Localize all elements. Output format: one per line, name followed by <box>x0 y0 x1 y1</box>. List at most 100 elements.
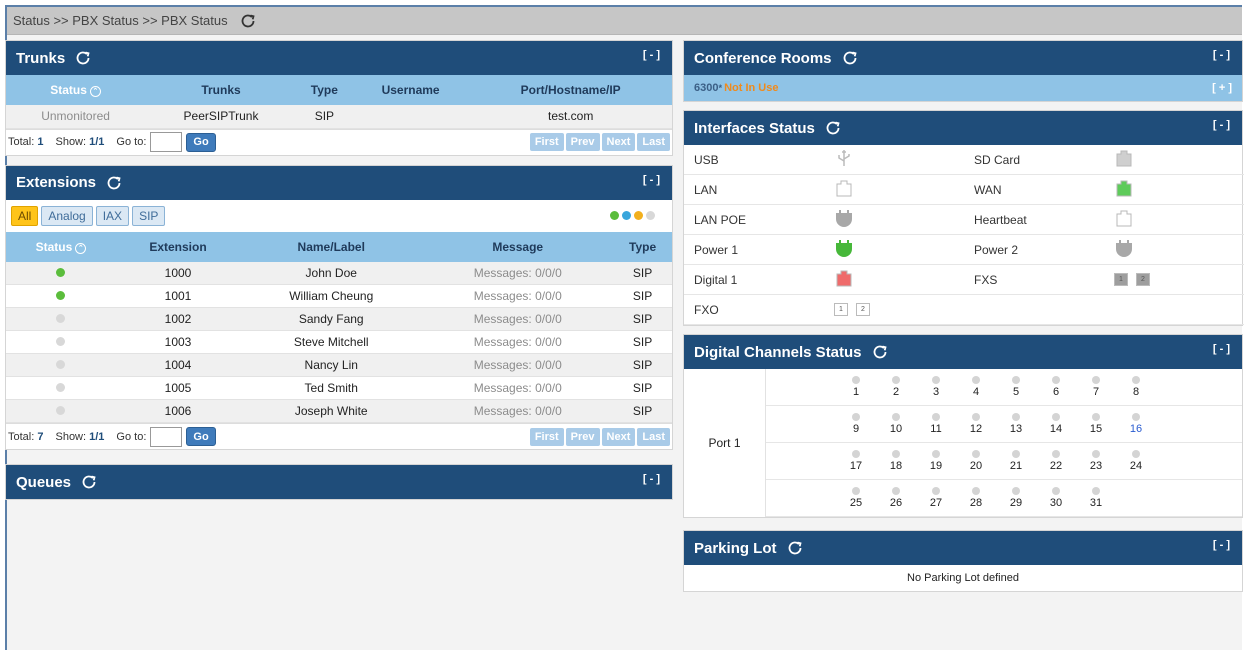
sort-icon[interactable]: ⌃ <box>89 86 101 97</box>
column-header[interactable]: Username <box>351 75 470 105</box>
channel[interactable]: 16 <box>1116 406 1156 442</box>
channel[interactable]: 19 <box>916 443 956 479</box>
table-row[interactable]: 1000 John Doe Messages: 0/0/0 SIP <box>6 261 672 285</box>
next-button[interactable]: Next <box>601 133 636 151</box>
next-button[interactable]: Next <box>601 427 636 446</box>
goto-input[interactable] <box>150 132 183 152</box>
expand-toggle[interactable]: [ + ] <box>1212 82 1232 94</box>
channel-status-dot <box>1092 413 1100 421</box>
table-row[interactable]: 1002 Sandy Fang Messages: 0/0/0 SIP <box>6 307 672 331</box>
table-row[interactable]: 1001 William Cheung Messages: 0/0/0 SIP <box>6 284 672 308</box>
refresh-icon[interactable] <box>81 474 97 490</box>
channel[interactable]: 23 <box>1076 443 1116 479</box>
message-label: Messages: <box>473 381 536 395</box>
channel[interactable]: 21 <box>996 443 1036 479</box>
channel-status-dot <box>1092 376 1100 384</box>
prev-button[interactable]: Prev <box>565 427 600 446</box>
channel[interactable]: 27 <box>916 480 956 516</box>
refresh-icon[interactable] <box>842 50 858 66</box>
column-header[interactable]: Port/Hostname/IP <box>469 75 672 105</box>
column-header[interactable]: Name/Label <box>240 231 423 262</box>
first-button[interactable]: First <box>529 427 564 446</box>
channel[interactable]: 13 <box>996 406 1036 442</box>
first-button[interactable]: First <box>529 133 564 151</box>
channel[interactable]: 31 <box>1076 480 1116 516</box>
go-button[interactable]: Go <box>186 132 216 152</box>
channel[interactable]: 26 <box>876 480 916 516</box>
channel[interactable]: 22 <box>1036 443 1076 479</box>
channel[interactable]: 28 <box>956 480 996 516</box>
sort-icon[interactable]: ⌃ <box>75 242 87 254</box>
channel-status-dot <box>932 376 940 384</box>
channel-number: 12 <box>969 423 983 435</box>
refresh-icon[interactable] <box>240 13 256 29</box>
filter-iax[interactable]: IAX <box>95 205 130 226</box>
channel[interactable]: 4 <box>956 369 996 405</box>
channel[interactable]: 5 <box>996 369 1036 405</box>
column-header[interactable]: Extension <box>115 231 241 262</box>
table-row[interactable]: 1004 Nancy Lin Messages: 0/0/0 SIP <box>6 353 672 377</box>
type-cell: SIP <box>613 284 672 308</box>
channel[interactable]: 7 <box>1076 369 1116 405</box>
column-header[interactable]: Status ⌃ <box>6 75 146 105</box>
channel[interactable]: 1 <box>836 369 876 405</box>
channel[interactable]: 18 <box>876 443 916 479</box>
collapse-toggle[interactable]: [ - ] <box>1213 119 1230 131</box>
collapse-toggle[interactable]: [ - ] <box>1213 343 1230 355</box>
channel-status-dot <box>1012 487 1020 495</box>
channel[interactable]: 25 <box>836 480 876 516</box>
column-header[interactable]: Type <box>296 75 352 105</box>
collapse-toggle[interactable]: [ - ] <box>643 174 660 186</box>
refresh-icon[interactable] <box>872 344 888 360</box>
filter-sip[interactable]: SIP <box>132 205 166 226</box>
channel[interactable]: 6 <box>1036 369 1076 405</box>
table-row[interactable]: 1005 Ted Smith Messages: 0/0/0 SIP <box>6 376 672 400</box>
collapse-toggle[interactable]: [ - ] <box>643 473 660 485</box>
channel[interactable]: 15 <box>1076 406 1116 442</box>
refresh-icon[interactable] <box>825 120 841 136</box>
channel[interactable]: 30 <box>1036 480 1076 516</box>
table-row[interactable]: 1006 Joseph White Messages: 0/0/0 SIP <box>6 399 672 423</box>
goto-input[interactable] <box>150 426 183 447</box>
last-button[interactable]: Last <box>637 427 670 446</box>
refresh-icon[interactable] <box>75 50 91 66</box>
channel[interactable]: 12 <box>956 406 996 442</box>
channel-status-dot <box>852 450 860 458</box>
room-mark: * <box>718 83 723 93</box>
refresh-icon[interactable] <box>787 540 803 556</box>
collapse-toggle[interactable]: [ - ] <box>1213 539 1230 551</box>
channel[interactable]: 8 <box>1116 369 1156 405</box>
channel[interactable]: 14 <box>1036 406 1076 442</box>
go-button[interactable]: Go <box>186 427 216 446</box>
column-header[interactable]: Status ⌃ <box>6 231 116 262</box>
channel-status-dot <box>852 376 860 384</box>
last-button[interactable]: Last <box>637 133 670 151</box>
table-row[interactable]: 1003 Steve Mitchell Messages: 0/0/0 SIP <box>6 330 672 354</box>
right-column: Conference Rooms [ - ] 6300 * Not In Use … <box>683 40 1244 600</box>
status-cell <box>6 353 116 377</box>
column-header[interactable]: Type <box>613 231 672 262</box>
channel[interactable]: 29 <box>996 480 1036 516</box>
interface-label: LAN POE <box>684 205 824 235</box>
filter-all[interactable]: All <box>11 205 39 226</box>
prev-button[interactable]: Prev <box>565 133 600 151</box>
channel-number: 29 <box>1009 497 1023 509</box>
channel[interactable]: 10 <box>876 406 916 442</box>
channel-row: 25 26 27 28 29 30 31 <box>766 480 1242 517</box>
refresh-icon[interactable] <box>106 175 122 191</box>
channel[interactable]: 24 <box>1116 443 1156 479</box>
channel[interactable]: 2 <box>876 369 916 405</box>
status-dot <box>56 406 66 415</box>
channel[interactable]: 3 <box>916 369 956 405</box>
extensions-table: Status ⌃ Extension Name/Label Message Type 10… <box>6 231 672 423</box>
conference-room-row[interactable]: 6300 * Not In Use [ + ] <box>684 75 1242 101</box>
column-header[interactable]: Trunks <box>145 75 297 105</box>
collapse-toggle[interactable]: [ - ] <box>1213 49 1230 61</box>
channel[interactable]: 20 <box>956 443 996 479</box>
column-header[interactable]: Message <box>422 231 614 262</box>
channel[interactable]: 11 <box>916 406 956 442</box>
filter-analog[interactable]: Analog <box>41 205 93 226</box>
collapse-toggle[interactable]: [ - ] <box>643 49 660 61</box>
channel[interactable]: 9 <box>836 406 876 442</box>
channel[interactable]: 17 <box>836 443 876 479</box>
